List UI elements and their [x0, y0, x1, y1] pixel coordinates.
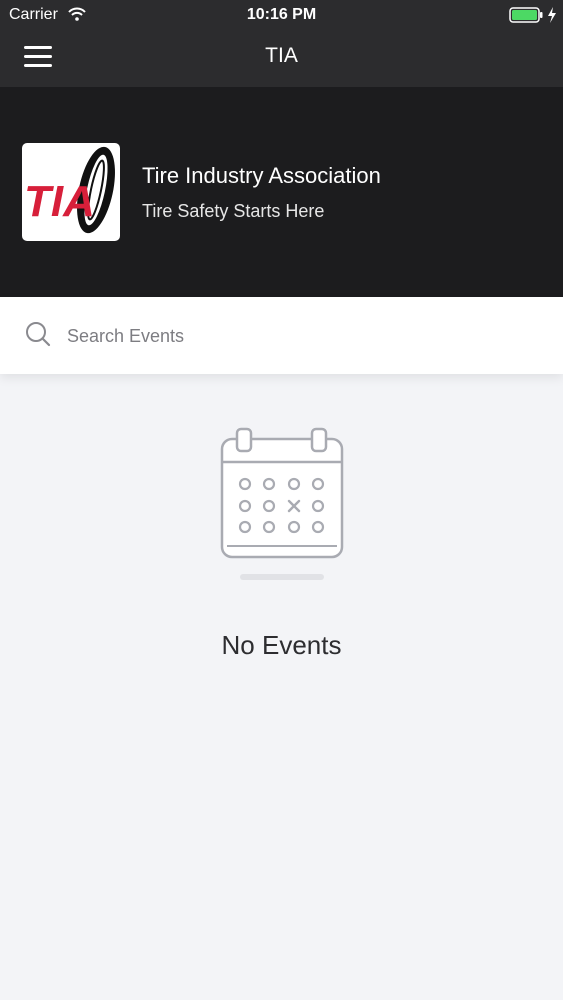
- calendar-shadow: [240, 574, 324, 580]
- organization-header: TIA Tire Industry Association Tire Safet…: [0, 87, 563, 297]
- status-bar: Carrier 10:16 PM: [0, 0, 563, 30]
- search-bar: [0, 297, 563, 374]
- organization-tagline: Tire Safety Starts Here: [142, 201, 325, 221]
- no-events-message: No Events: [221, 630, 342, 660]
- tia-logo: TIA: [22, 143, 120, 241]
- navigation-bar: TIA: [0, 30, 563, 87]
- organization-name: Tire Industry Association: [142, 163, 381, 188]
- search-icon: [26, 322, 51, 347]
- nav-title: TIA: [265, 44, 298, 67]
- charging-bolt-icon: [548, 7, 556, 23]
- status-time: 10:16 PM: [246, 6, 317, 23]
- calendar-icon: [220, 427, 344, 559]
- empty-state: No Events: [0, 420, 563, 680]
- battery-icon: [509, 7, 543, 23]
- search-events-input[interactable]: [65, 317, 539, 355]
- logo-text: TIA: [24, 177, 95, 226]
